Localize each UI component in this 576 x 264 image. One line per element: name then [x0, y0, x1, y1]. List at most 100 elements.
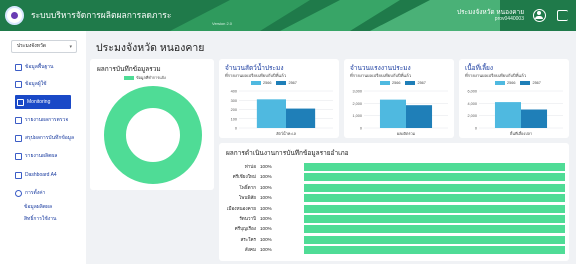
bar-chart-icon	[15, 63, 22, 71]
sidebar-item-label: ข้อมูลผู้ใช้	[25, 81, 47, 87]
user-profile-icon[interactable]	[533, 9, 546, 22]
app-logo[interactable]	[5, 6, 24, 25]
legend-swatch	[251, 81, 261, 85]
fish-quantity-card: จำนวนสัตว์น้ำประมง ที่รายงานผลเปรียบเทีย…	[219, 59, 339, 138]
bar-2567[interactable]	[521, 109, 548, 129]
district-row: เมืองหนองคาย 100%	[219, 204, 568, 214]
district-name: สังคม	[244, 247, 256, 253]
sidebar-item-inspection-report[interactable]: รายงานผลการตรวจ	[15, 114, 68, 126]
progress-track	[304, 246, 565, 255]
district-name: ท่าบ่อ	[244, 164, 256, 169]
summary-card: ผลการบันทึกข้อมูลรวม ข้อมูลที่ทำการแจ้ง	[90, 59, 214, 190]
district-progress-card: ผลการดำเนินงานการบันทึกข้อมูลรายอำเภอ ท่…	[219, 143, 569, 261]
district-row: ศรีบุญเรือง 100%	[219, 224, 568, 234]
progress-bar[interactable]	[304, 215, 565, 223]
district-percent: 100%	[260, 184, 272, 190]
chart-legend: 2566 2567	[380, 81, 426, 85]
progress-track	[304, 194, 565, 203]
legend-swatch	[520, 81, 531, 85]
document-icon	[15, 134, 22, 142]
sidebar-item-production-report[interactable]: รายงานผลิตผล	[15, 150, 57, 162]
labor-card: จำนวนแรงงานประมง ที่รายงานผลเปรียบเทียบก…	[344, 59, 454, 138]
province-select[interactable]: ประมงจังหวัด ▾	[11, 40, 77, 53]
summary-card-title: ผลการบันทึกข้อมูลรวม	[97, 66, 161, 73]
labor-bar-chart: 3,000 2,000 1,000 0 ผลผลิตรวม	[352, 90, 448, 136]
progress-track	[304, 163, 565, 171]
district-row: สังคม 100%	[219, 245, 568, 255]
progress-bar[interactable]	[304, 173, 565, 182]
district-row: โพนพิสัย 100%	[219, 193, 568, 203]
bar-2567[interactable]	[406, 105, 433, 128]
y-tick-label: 2,000	[352, 102, 362, 106]
sidebar-item-label: รายงานผลิตผล	[25, 153, 58, 159]
farm-area-card: เนื้อที่เลี้ยง ที่รายงานผลเปรียบเทียบกับ…	[459, 59, 569, 138]
district-row: ศรีเชียงใหม่ 100%	[219, 172, 568, 182]
y-tick-label: 400	[231, 90, 237, 94]
sidebar-subitem-permissions[interactable]: สิทธิ์การใช้งาน	[24, 215, 56, 223]
legend-swatch	[124, 76, 134, 80]
bar-2567[interactable]	[286, 108, 316, 128]
progress-track	[304, 235, 565, 244]
district-name: ศรีบุญเรือง	[234, 226, 256, 232]
fish-quantity-bar-chart: 400 300 200 100 0 สัตว์น้ำทะเล	[231, 90, 333, 136]
logout-icon[interactable]	[557, 10, 568, 21]
legend-swatch	[495, 81, 505, 85]
sidebar-item-label: สรุปผลการบันทึกข้อมูล	[25, 135, 75, 141]
card-subtitle: ที่รายงานผลเปรียบเทียบกับปีที่แล้ว	[225, 73, 287, 78]
district-percent: 100%	[260, 195, 272, 201]
legend-label: ข้อมูลที่ทำการแจ้ง	[136, 76, 166, 80]
chevron-down-icon: ▾	[69, 44, 72, 50]
progress-track	[304, 173, 565, 182]
monitor-grid-icon	[17, 98, 24, 106]
progress-bar[interactable]	[304, 204, 565, 213]
district-percent: 100%	[260, 226, 272, 232]
bar-2566[interactable]	[379, 99, 406, 128]
sidebar-item-monitoring[interactable]: Monitoring	[15, 95, 71, 109]
progress-bar[interactable]	[304, 246, 565, 255]
bar-2566[interactable]	[256, 99, 286, 128]
sidebar-item-summary[interactable]: สรุปผลการบันทึกข้อมูล	[15, 132, 74, 144]
district-name: เมืองหนองคาย	[226, 205, 256, 211]
farm-area-bar-chart: 6,000 4,000 2,000 0 พื้นที่เลี้ยงปลา	[467, 90, 563, 136]
y-tick-label: 0	[475, 127, 477, 131]
district-percent: 100%	[260, 236, 272, 242]
district-percent: 100%	[260, 216, 272, 221]
sidebar: ประมงจังหวัด ▾ ข้อมูลพื้นฐาน ข้อมูลผู้ใช…	[0, 31, 86, 264]
district-name: โพนพิสัย	[238, 195, 256, 201]
progress-bar[interactable]	[304, 163, 565, 171]
sidebar-subitem-production-data[interactable]: ข้อมูลผลิตผล	[24, 203, 52, 211]
donut-slice[interactable]	[104, 86, 202, 184]
sidebar-item-label: Dashboard A4	[25, 172, 57, 178]
sidebar-item-dashboard-a4[interactable]: Dashboard A4	[15, 169, 57, 181]
y-tick-label: 6,000	[467, 90, 477, 94]
district-card-title: ผลการดำเนินงานการบันทึกข้อมูลรายอำเภอ	[226, 150, 349, 157]
progress-bar[interactable]	[304, 235, 565, 244]
legend-swatch	[380, 81, 390, 85]
sidebar-item-label: Monitoring	[27, 99, 51, 105]
sidebar-item-settings[interactable]: การตั้งค่า	[15, 187, 45, 199]
y-tick-label: 0	[235, 127, 237, 131]
y-tick-label: 200	[231, 108, 237, 112]
legend-label: 2566	[392, 81, 401, 85]
progress-track	[304, 183, 565, 192]
bar-2566[interactable]	[494, 102, 521, 128]
district-row: สระใคร 100%	[219, 235, 568, 245]
dashboard-icon	[15, 171, 22, 179]
sidebar-item-users[interactable]: ข้อมูลผู้ใช้	[15, 78, 47, 90]
summary-donut-chart	[104, 86, 202, 184]
top-header: ระบบบริหารจัดการผลิตผลการลดภาระ Version …	[0, 0, 576, 31]
progress-bar[interactable]	[304, 225, 565, 234]
sidebar-item-label: รายงานผลการตรวจ	[25, 117, 69, 123]
page-title: ประมงจังหวัด หนองคาย	[96, 42, 205, 54]
progress-bar[interactable]	[304, 194, 565, 203]
y-tick-label: 3,000	[352, 90, 362, 94]
header-decoration	[170, 0, 500, 31]
progress-bar[interactable]	[304, 183, 565, 192]
app-title: ระบบบริหารจัดการผลิตผลการลดภาระ	[31, 10, 172, 20]
legend-swatch	[405, 81, 416, 85]
sidebar-item-label: ข้อมูลพื้นฐาน	[25, 64, 54, 70]
sidebar-item-basic-data[interactable]: ข้อมูลพื้นฐาน	[15, 61, 53, 73]
district-percent: 100%	[260, 174, 272, 180]
district-row: รัตนวาปี 100%	[219, 214, 568, 224]
card-subtitle: ที่รายงานผลเปรียบเทียบกับปีที่แล้ว	[465, 73, 527, 78]
